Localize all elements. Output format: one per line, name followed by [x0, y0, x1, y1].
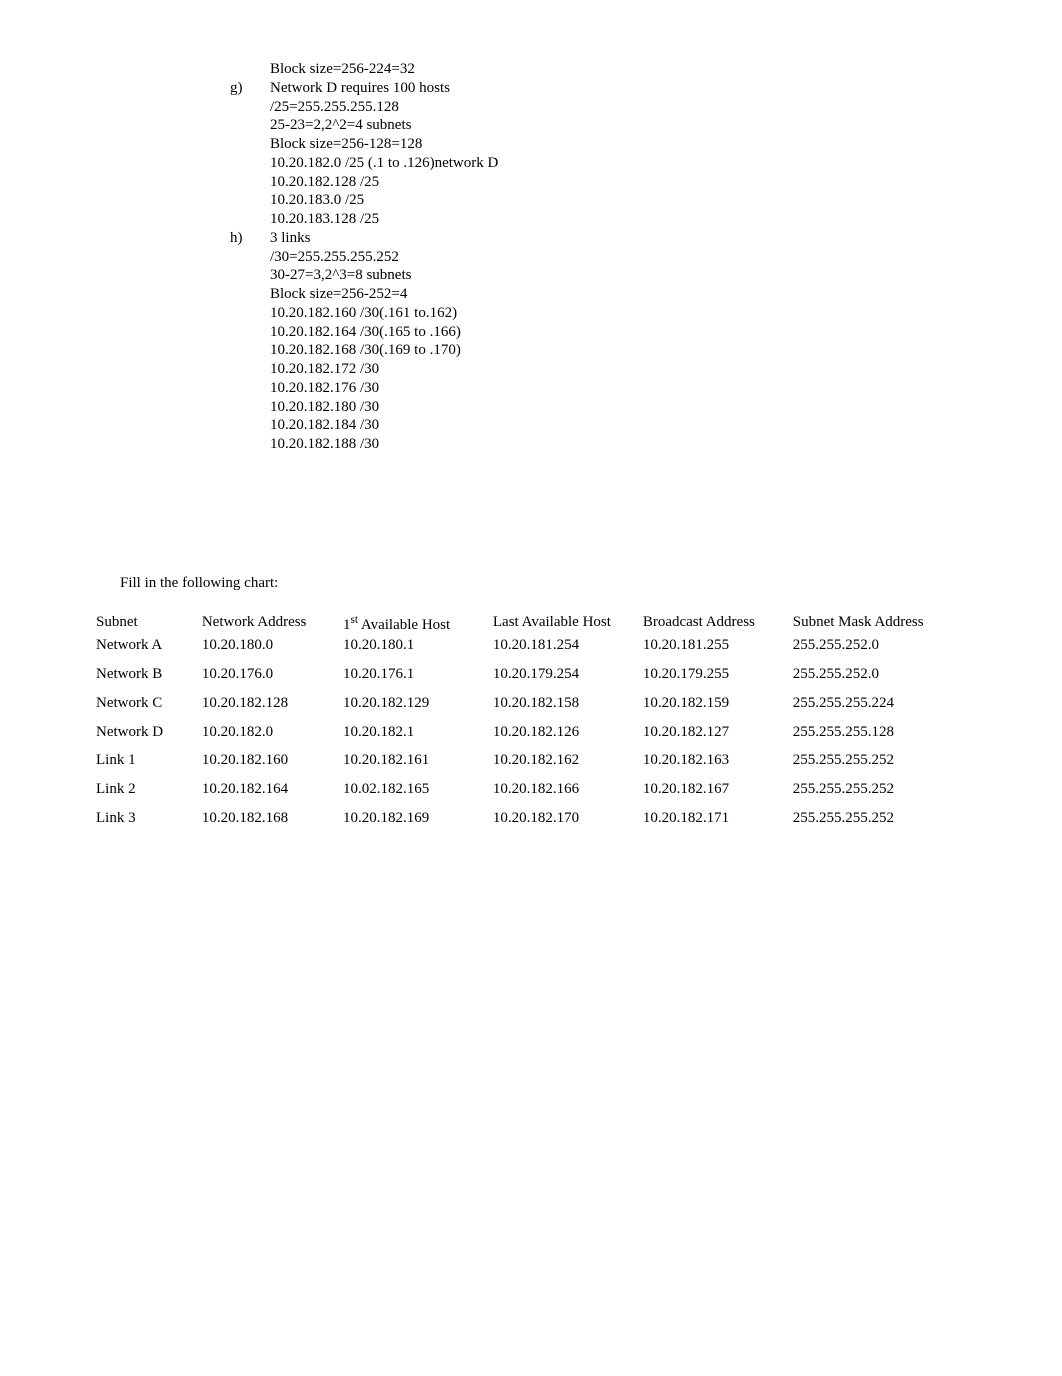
text-line: /30=255.255.255.252 [190, 248, 972, 267]
cell-network: 10.20.182.164 [196, 780, 337, 809]
subnet-table: Subnet Network Address 1st Available Hos… [90, 613, 972, 838]
text-line: 10.20.182.160 /30(.161 to.162) [190, 304, 972, 323]
col-header-broadcast: Broadcast Address [637, 613, 787, 637]
cell-broadcast: 10.20.182.127 [637, 723, 787, 752]
table-row: Network D 10.20.182.0 10.20.182.1 10.20.… [90, 723, 972, 752]
cell-first: 10.02.182.165 [337, 780, 487, 809]
cell-first: 10.20.176.1 [337, 665, 487, 694]
cell-last: 10.20.181.254 [487, 636, 637, 665]
col-header-subnet: Subnet [90, 613, 196, 637]
cell-subnet: Network D [90, 723, 196, 752]
text-line: 10.20.182.0 /25 (.1 to .126)network D [190, 154, 972, 173]
cell-subnet: Network C [90, 694, 196, 723]
cell-first: 10.20.182.161 [337, 751, 487, 780]
cell-last: 10.20.182.170 [487, 809, 637, 838]
text-line: 10.20.182.184 /30 [190, 416, 972, 435]
text-line: 10.20.183.0 /25 [190, 191, 972, 210]
cell-last: 10.20.179.254 [487, 665, 637, 694]
table-header-row: Subnet Network Address 1st Available Hos… [90, 613, 972, 637]
table-row: Link 2 10.20.182.164 10.02.182.165 10.20… [90, 780, 972, 809]
text-line: 3 links [270, 230, 310, 246]
cell-network: 10.20.182.168 [196, 809, 337, 838]
cell-broadcast: 10.20.182.163 [637, 751, 787, 780]
table-row: Network B 10.20.176.0 10.20.176.1 10.20.… [90, 665, 972, 694]
cell-network: 10.20.176.0 [196, 665, 337, 694]
text-line: /25=255.255.255.128 [190, 98, 972, 117]
cell-first: 10.20.182.129 [337, 694, 487, 723]
cell-last: 10.20.182.158 [487, 694, 637, 723]
col-header-first: 1st Available Host [337, 613, 487, 637]
list-item-g: g) Network D requires 100 hosts [190, 79, 972, 98]
cell-last: 10.20.182.166 [487, 780, 637, 809]
table-row: Network A 10.20.180.0 10.20.180.1 10.20.… [90, 636, 972, 665]
table-row: Link 3 10.20.182.168 10.20.182.169 10.20… [90, 809, 972, 838]
text-line: 10.20.182.180 /30 [190, 398, 972, 417]
text-line: 10.20.182.172 /30 [190, 360, 972, 379]
cell-broadcast: 10.20.182.171 [637, 809, 787, 838]
list-label: g) [230, 79, 243, 98]
cell-broadcast: 10.20.182.167 [637, 780, 787, 809]
text-line: Network D requires 100 hosts [270, 80, 450, 96]
cell-mask: 255.255.255.224 [787, 694, 972, 723]
cell-subnet: Link 1 [90, 751, 196, 780]
cell-mask: 255.255.252.0 [787, 665, 972, 694]
chart-heading: Fill in the following chart: [120, 574, 972, 593]
cell-network: 10.20.180.0 [196, 636, 337, 665]
text-line: 10.20.182.168 /30(.169 to .170) [190, 341, 972, 360]
text-line: 25-23=2,2^2=4 subnets [190, 116, 972, 135]
cell-mask: 255.255.255.252 [787, 780, 972, 809]
list-label: h) [230, 229, 243, 248]
text-line: 10.20.183.128 /25 [190, 210, 972, 229]
cell-network: 10.20.182.160 [196, 751, 337, 780]
cell-first: 10.20.182.1 [337, 723, 487, 752]
cell-network: 10.20.182.0 [196, 723, 337, 752]
table-row: Link 1 10.20.182.160 10.20.182.161 10.20… [90, 751, 972, 780]
text-line: 10.20.182.176 /30 [190, 379, 972, 398]
cell-broadcast: 10.20.179.255 [637, 665, 787, 694]
text-line: 10.20.182.128 /25 [190, 173, 972, 192]
table-row: Network C 10.20.182.128 10.20.182.129 10… [90, 694, 972, 723]
text-line: Block size=256-224=32 [190, 60, 972, 79]
col-header-last: Last Available Host [487, 613, 637, 637]
text-line: Block size=256-128=128 [190, 135, 972, 154]
cell-subnet: Link 3 [90, 809, 196, 838]
text-line: 30-27=3,2^3=8 subnets [190, 266, 972, 285]
cell-network: 10.20.182.128 [196, 694, 337, 723]
cell-broadcast: 10.20.181.255 [637, 636, 787, 665]
col-header-mask: Subnet Mask Address [787, 613, 972, 637]
cell-mask: 255.255.255.252 [787, 809, 972, 838]
cell-mask: 255.255.255.128 [787, 723, 972, 752]
list-item-h: h) 3 links [190, 229, 972, 248]
cell-mask: 255.255.252.0 [787, 636, 972, 665]
cell-subnet: Network B [90, 665, 196, 694]
subnet-calc-section: Block size=256-224=32 g) Network D requi… [190, 60, 972, 454]
cell-broadcast: 10.20.182.159 [637, 694, 787, 723]
cell-last: 10.20.182.162 [487, 751, 637, 780]
cell-first: 10.20.182.169 [337, 809, 487, 838]
cell-subnet: Link 2 [90, 780, 196, 809]
cell-subnet: Network A [90, 636, 196, 665]
text-line: 10.20.182.188 /30 [190, 435, 972, 454]
text-line: Block size=256-252=4 [190, 285, 972, 304]
cell-mask: 255.255.255.252 [787, 751, 972, 780]
text-line: 10.20.182.164 /30(.165 to .166) [190, 323, 972, 342]
cell-first: 10.20.180.1 [337, 636, 487, 665]
col-header-network: Network Address [196, 613, 337, 637]
cell-last: 10.20.182.126 [487, 723, 637, 752]
